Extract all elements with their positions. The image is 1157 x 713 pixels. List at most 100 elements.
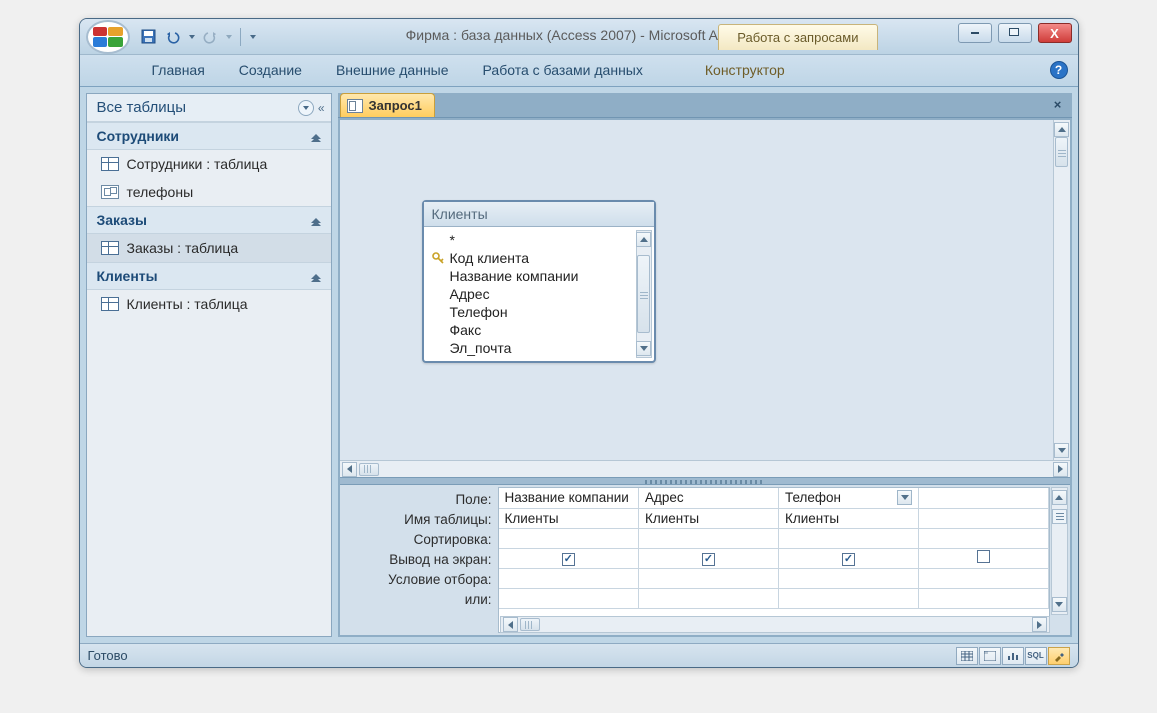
ribbon-tab-design[interactable]: Конструктор	[701, 56, 789, 86]
grid-h-scrollbar[interactable]	[500, 616, 1050, 633]
table-field-list[interactable]: Клиенты * Код клиента Название компании …	[422, 200, 656, 363]
grid-v-scrollbar[interactable]	[1051, 487, 1068, 615]
office-button[interactable]	[86, 20, 130, 54]
ribbon: Главная Создание Внешние данные Работа с…	[80, 55, 1078, 87]
grid-cell[interactable]	[499, 548, 639, 568]
scroll-thumb[interactable]	[637, 255, 650, 333]
document-tab-label: Запрос1	[369, 98, 422, 113]
nav-filter-dropdown-icon[interactable]	[298, 100, 314, 116]
scroll-right-icon[interactable]	[1032, 617, 1047, 632]
grid-selector-icon[interactable]	[1052, 509, 1067, 524]
grid-cell[interactable]: Клиенты	[499, 508, 639, 528]
pane-splitter[interactable]	[340, 477, 1070, 485]
grid-cell[interactable]	[919, 548, 1049, 568]
nav-collapse-icon[interactable]: «	[318, 101, 325, 115]
scroll-thumb[interactable]	[1055, 137, 1068, 167]
scroll-down-icon[interactable]	[1052, 597, 1067, 612]
grid-cell[interactable]: Клиенты	[639, 508, 779, 528]
scroll-thumb[interactable]	[520, 618, 540, 631]
ribbon-tab-external[interactable]: Внешние данные	[332, 56, 453, 86]
redo-icon[interactable]	[201, 28, 219, 46]
grid-cell[interactable]	[499, 568, 639, 588]
scroll-down-icon[interactable]	[1054, 443, 1069, 458]
grid-table[interactable]: Название компании Адрес Телефон Клиенты	[498, 487, 1050, 633]
scroll-down-icon[interactable]	[636, 341, 651, 356]
restore-button[interactable]	[998, 23, 1032, 43]
nav-pane-header[interactable]: Все таблицы «	[87, 94, 331, 122]
grid-cell[interactable]: Телефон	[779, 488, 919, 508]
checkbox-icon[interactable]	[842, 553, 855, 566]
checkbox-icon[interactable]	[562, 553, 575, 566]
field-row[interactable]: Телефон	[424, 303, 654, 321]
ribbon-tab-home[interactable]: Главная	[148, 56, 209, 86]
field-row[interactable]: Код клиента	[424, 249, 654, 267]
field-row[interactable]: *	[424, 231, 654, 249]
save-icon[interactable]	[140, 28, 158, 46]
nav-item[interactable]: Заказы : таблица	[87, 234, 331, 262]
nav-group-header[interactable]: Клиенты	[87, 263, 331, 290]
grid-cell[interactable]	[919, 488, 1049, 508]
field-row[interactable]: Адрес	[424, 285, 654, 303]
designer-h-scrollbar[interactable]	[340, 460, 1070, 477]
nav-item[interactable]: Клиенты : таблица	[87, 290, 331, 318]
field-label: *	[450, 232, 455, 248]
designer-v-scrollbar[interactable]	[1053, 120, 1070, 460]
grid-cell[interactable]	[919, 528, 1049, 548]
nav-group-header[interactable]: Заказы	[87, 207, 331, 234]
help-icon[interactable]: ?	[1050, 61, 1068, 79]
scroll-left-icon[interactable]	[503, 617, 518, 632]
redo-dropdown-icon[interactable]	[226, 35, 232, 39]
designer-surface[interactable]: Клиенты * Код клиента Название компании …	[340, 120, 1070, 460]
undo-icon[interactable]	[164, 28, 182, 46]
ribbon-tab-create[interactable]: Создание	[235, 56, 306, 86]
qat-customize-icon[interactable]	[250, 35, 256, 39]
checkbox-icon[interactable]	[702, 553, 715, 566]
undo-dropdown-icon[interactable]	[189, 35, 195, 39]
view-pivotchart-icon[interactable]	[1002, 647, 1024, 665]
document-close-icon[interactable]: ×	[1050, 96, 1066, 112]
grid-cell[interactable]	[639, 568, 779, 588]
field-list-scrollbar[interactable]	[636, 230, 652, 358]
field-row[interactable]: Эл_почта	[424, 339, 654, 357]
scroll-up-icon[interactable]	[636, 232, 651, 247]
grid-cell[interactable]: Адрес	[639, 488, 779, 508]
minimize-button[interactable]	[958, 23, 992, 43]
nav-group-orders: Заказы Заказы : таблица	[87, 206, 331, 262]
query-designer: Клиенты * Код клиента Название компании …	[338, 117, 1072, 637]
field-row[interactable]: Факс	[424, 321, 654, 339]
grid-cell[interactable]	[779, 568, 919, 588]
scroll-right-icon[interactable]	[1053, 462, 1068, 477]
view-sql-icon[interactable]: SQL	[1025, 647, 1047, 665]
close-button[interactable]: X	[1038, 23, 1072, 43]
checkbox-icon[interactable]	[977, 550, 990, 563]
grid-cell[interactable]	[779, 588, 919, 608]
cell-dropdown-icon[interactable]	[897, 490, 912, 505]
grid-cell[interactable]	[639, 528, 779, 548]
grid-cell[interactable]	[499, 588, 639, 608]
document-tab[interactable]: Запрос1	[340, 93, 435, 117]
scroll-left-icon[interactable]	[342, 462, 357, 477]
view-pivottable-icon[interactable]	[979, 647, 1001, 665]
nav-item[interactable]: Сотрудники : таблица	[87, 150, 331, 178]
nav-group-header[interactable]: Сотрудники	[87, 123, 331, 150]
grid-cell[interactable]	[919, 508, 1049, 528]
field-row[interactable]: Название компании	[424, 267, 654, 285]
grid-cell[interactable]: Название компании	[499, 488, 639, 508]
scroll-thumb[interactable]	[359, 463, 379, 476]
table-icon	[101, 297, 119, 311]
view-design-icon[interactable]	[1048, 647, 1070, 665]
scroll-up-icon[interactable]	[1054, 122, 1069, 137]
grid-cell[interactable]	[779, 548, 919, 568]
grid-cell[interactable]	[919, 588, 1049, 608]
nav-item[interactable]: телефоны	[87, 178, 331, 206]
ribbon-tab-dbtools[interactable]: Работа с базами данных	[479, 56, 647, 86]
grid-cell[interactable]	[639, 588, 779, 608]
grid-cell[interactable]	[779, 528, 919, 548]
view-datasheet-icon[interactable]	[956, 647, 978, 665]
grid-cell[interactable]	[919, 568, 1049, 588]
nav-group-employees: Сотрудники Сотрудники : таблица телефоны	[87, 122, 331, 206]
grid-cell[interactable]: Клиенты	[779, 508, 919, 528]
grid-cell[interactable]	[499, 528, 639, 548]
grid-cell[interactable]	[639, 548, 779, 568]
scroll-up-icon[interactable]	[1052, 490, 1067, 505]
